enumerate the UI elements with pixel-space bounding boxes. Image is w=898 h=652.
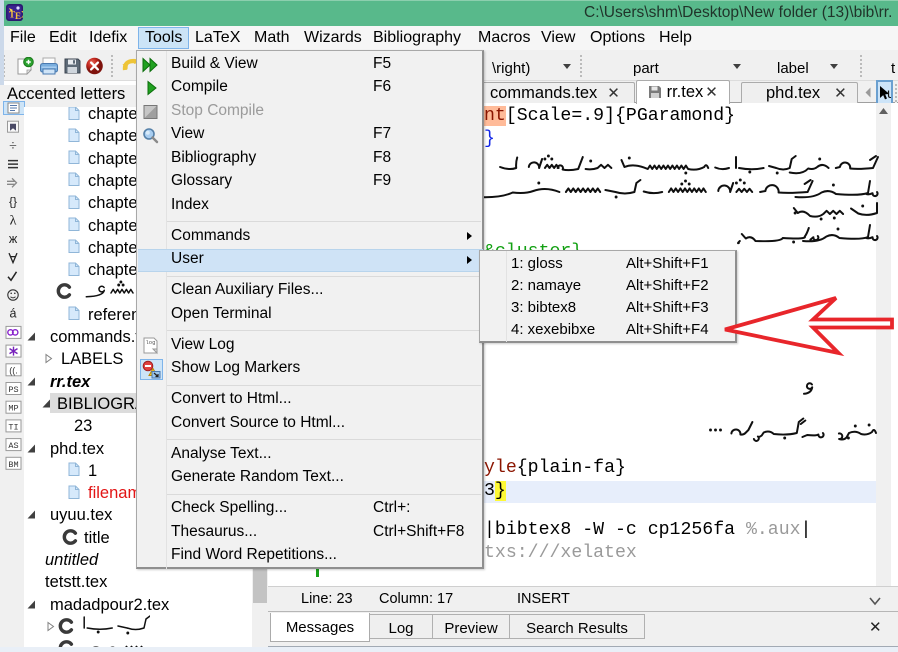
- svg-text:BM: BM: [8, 460, 18, 470]
- svg-text:AS: AS: [8, 441, 18, 451]
- svg-text:÷: ÷: [9, 139, 17, 154]
- svg-text:á: á: [10, 307, 17, 321]
- svg-text:MP: MP: [8, 404, 18, 414]
- svg-text:TI: TI: [8, 422, 18, 432]
- svg-text:PS: PS: [8, 385, 18, 395]
- svg-text:λ: λ: [10, 214, 17, 229]
- svg-text:u: u: [887, 85, 891, 101]
- svg-text:{}: {}: [9, 195, 17, 209]
- svg-text:ж: ж: [9, 232, 18, 246]
- svg-text:log: log: [146, 339, 156, 346]
- svg-text:((.: ((.: [9, 365, 18, 375]
- svg-text:TEX: TEX: [9, 10, 23, 22]
